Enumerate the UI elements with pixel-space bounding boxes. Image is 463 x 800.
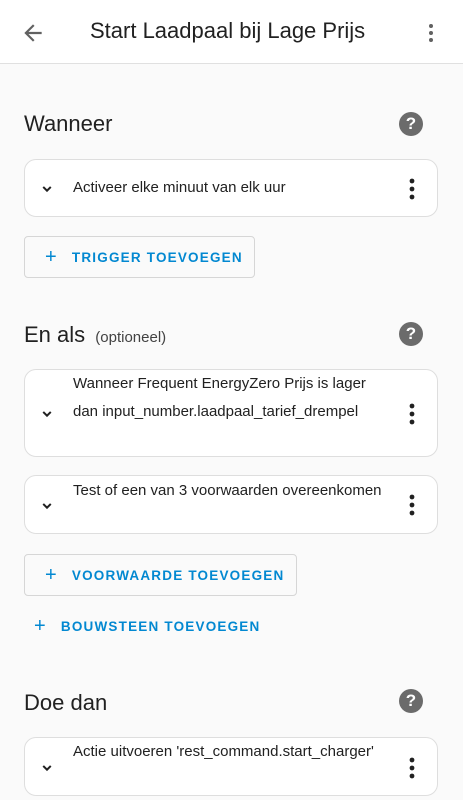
action-label: Actie uitvoeren 'rest_command.start_char… [73,743,374,760]
plus-icon: + [45,246,58,268]
condition-label: Wanneer Frequent EnergyZero Prijs is lag… [73,375,366,420]
help-icon[interactable]: ? [399,689,423,713]
add-building-block-button[interactable]: + BOUWSTEEN TOEVOEGEN [34,610,260,642]
arrow-left-icon[interactable] [20,20,46,46]
add-condition-button[interactable]: + VOORWAARDE TOEVOEGEN [24,554,297,596]
condition-card[interactable]: Wanneer Frequent EnergyZero Prijs is lag… [24,369,438,457]
plus-icon: + [45,564,58,586]
chevron-down-icon[interactable] [39,760,55,776]
help-icon[interactable]: ? [399,112,423,136]
plus-icon: + [34,615,47,637]
add-trigger-label: TRIGGER TOEVOEGEN [71,249,243,265]
page-title: Start Laadpaal bij Lage Prijs [90,18,366,43]
trigger-card[interactable]: Activeer elke minuut van elk uur [24,159,438,217]
section-title-then: Doe dan [24,690,108,715]
chevron-down-icon[interactable] [39,406,55,422]
trigger-label: Activeer elke minuut van elk uur [73,179,286,196]
add-building-block-label: BOUWSTEEN TOEVOEGEN [60,618,261,634]
dots-vertical-icon[interactable] [409,757,415,779]
section-title-and-if: En als (optioneel) [24,322,166,348]
dots-vertical-icon[interactable] [419,20,443,46]
dots-vertical-icon[interactable] [409,494,415,516]
add-condition-label: VOORWAARDE TOEVOEGEN [71,567,285,583]
add-trigger-button[interactable]: + TRIGGER TOEVOEGEN [24,236,255,278]
dots-vertical-icon[interactable] [409,178,415,200]
chevron-down-icon[interactable] [39,498,55,514]
section-title-when: Wanneer [24,111,113,136]
help-icon[interactable]: ? [399,322,423,346]
action-card[interactable]: Actie uitvoeren 'rest_command.start_char… [24,737,438,796]
app-bar: Start Laadpaal bij Lage Prijs [0,0,463,64]
dots-vertical-icon[interactable] [409,403,415,425]
condition-label: Test of een van 3 voorwaarden overeenkom… [73,482,382,499]
condition-card[interactable]: Test of een van 3 voorwaarden overeenkom… [24,475,438,534]
chevron-down-icon[interactable] [39,181,55,197]
optional-label: (optioneel) [95,329,167,346]
section-title-and-if-label: En als [24,322,86,347]
